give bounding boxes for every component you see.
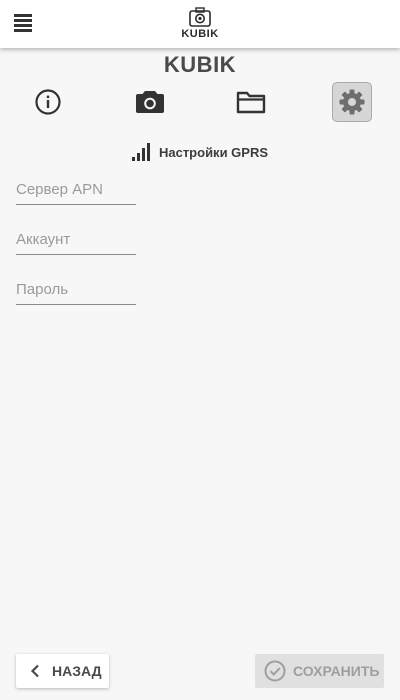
check-circle-icon xyxy=(264,660,286,682)
camera-logo-icon xyxy=(189,7,211,27)
hamburger-line xyxy=(14,29,32,32)
account-input[interactable] xyxy=(16,225,136,253)
top-app-bar: KUBIK xyxy=(0,0,400,48)
app-logo: KUBIK xyxy=(180,7,220,43)
chevron-left-icon xyxy=(30,664,39,678)
back-button-label: НАЗАД xyxy=(52,663,102,679)
section-header: Настройки GPRS xyxy=(0,142,400,162)
back-button[interactable]: НАЗАД xyxy=(16,654,109,688)
nav-settings[interactable] xyxy=(332,82,372,122)
camera-icon xyxy=(136,91,164,113)
save-button[interactable]: СОХРАНИТЬ xyxy=(255,654,384,688)
signal-bars-icon xyxy=(131,143,150,161)
page-title: KUBIK xyxy=(163,52,237,77)
device-nav-bar xyxy=(0,82,400,124)
menu-button[interactable] xyxy=(14,14,34,34)
save-button-label: СОХРАНИТЬ xyxy=(293,663,380,679)
logo-text: KUBIK xyxy=(181,28,219,40)
apn-server-field xyxy=(16,175,136,205)
nav-info[interactable] xyxy=(28,82,68,122)
folder-icon xyxy=(236,91,266,114)
info-icon xyxy=(35,89,61,115)
nav-folder[interactable] xyxy=(231,82,271,122)
apn-server-input[interactable] xyxy=(16,175,136,203)
nav-camera[interactable] xyxy=(130,82,170,122)
gear-icon xyxy=(339,89,365,115)
section-title: Настройки GPRS xyxy=(158,144,269,160)
hamburger-line xyxy=(14,19,32,22)
account-field xyxy=(16,225,136,255)
hamburger-line xyxy=(14,24,32,27)
password-input[interactable] xyxy=(16,275,136,303)
password-field xyxy=(16,275,136,305)
hamburger-menu-icon xyxy=(14,14,32,17)
